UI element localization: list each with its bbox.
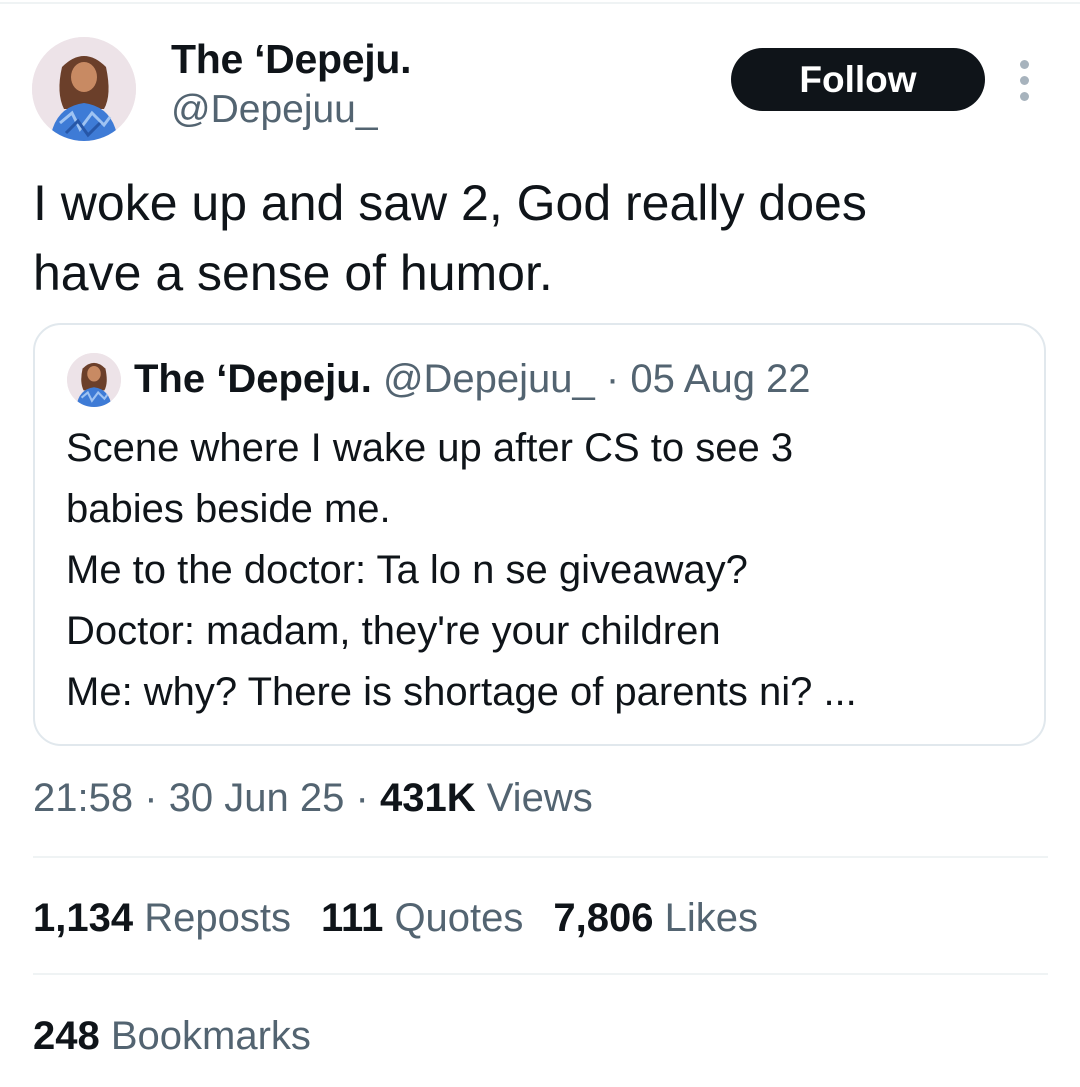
reposts-stat[interactable]: 1,134 Reposts (33, 890, 291, 946)
meta-separator: · (144, 776, 158, 820)
tweet-text-line: I woke up and saw 2, God really does (33, 175, 867, 231)
reposts-count: 1,134 (33, 896, 134, 940)
quoted-tweet-header: The ‘Depeju. @Depejuu_ · 05 Aug 22 (134, 354, 811, 404)
more-options-icon[interactable] (1010, 58, 1040, 102)
quoted-author-name: The ‘Depeju. (134, 357, 372, 401)
follow-button[interactable]: Follow (731, 48, 985, 111)
quoted-text-line: Me to the doctor: Ta lo n se giveaway? (66, 548, 748, 592)
quoted-text-line: Doctor: madam, they're your children (66, 609, 721, 653)
quoted-text-line: Me: why? There is shortage of parents ni… (66, 670, 857, 714)
divider (33, 856, 1048, 858)
views-count: 431K (379, 776, 476, 820)
top-divider (0, 2, 1080, 4)
quoted-tweet-text: Scene where I wake up after CS to see 3 … (66, 418, 1026, 723)
meta-separator: · (355, 776, 369, 820)
likes-label: Likes (664, 896, 759, 940)
quotes-count: 111 (320, 896, 384, 940)
bookmarks-count: 248 (33, 1014, 100, 1058)
author-avatar[interactable] (32, 37, 136, 141)
tweet-text-line: have a sense of humor. (33, 245, 553, 301)
quoted-separator: · (605, 357, 620, 401)
quotes-stat[interactable]: 111 Quotes (321, 890, 523, 946)
likes-count: 7,806 (553, 896, 654, 940)
avatar-photo-icon (67, 353, 121, 407)
tweet-time[interactable]: 21:58 (33, 776, 133, 820)
tweet-meta: 21:58 · 30 Jun 25 · 431K Views (33, 770, 593, 826)
quoted-author-avatar (67, 353, 121, 407)
engagement-stats: 1,134 Reposts 111 Quotes 7,806 Likes (33, 890, 788, 946)
reposts-label: Reposts (144, 896, 291, 940)
bookmarks-stat[interactable]: 248 Bookmarks (33, 1008, 311, 1064)
quoted-author-handle: @Depejuu_ (382, 357, 595, 401)
tweet-date[interactable]: 30 Jun 25 (169, 776, 345, 820)
quoted-text-line: Scene where I wake up after CS to see 3 (66, 426, 794, 470)
bookmarks-label: Bookmarks (110, 1014, 311, 1058)
quotes-label: Quotes (394, 896, 524, 940)
quoted-tweet-card[interactable]: The ‘Depeju. @Depejuu_ · 05 Aug 22 Scene… (33, 323, 1046, 746)
likes-stat[interactable]: 7,806 Likes (553, 890, 758, 946)
avatar-photo-icon (32, 37, 136, 141)
author-handle[interactable]: @Depejuu_ (171, 88, 378, 132)
quoted-date: 05 Aug 22 (630, 357, 811, 401)
tweet-text: I woke up and saw 2, God really does hav… (33, 168, 1043, 308)
author-display-name[interactable]: The ‘Depeju. (171, 36, 411, 83)
quoted-text-line: babies beside me. (66, 487, 391, 531)
divider (33, 973, 1048, 975)
views-label: Views (486, 776, 593, 820)
